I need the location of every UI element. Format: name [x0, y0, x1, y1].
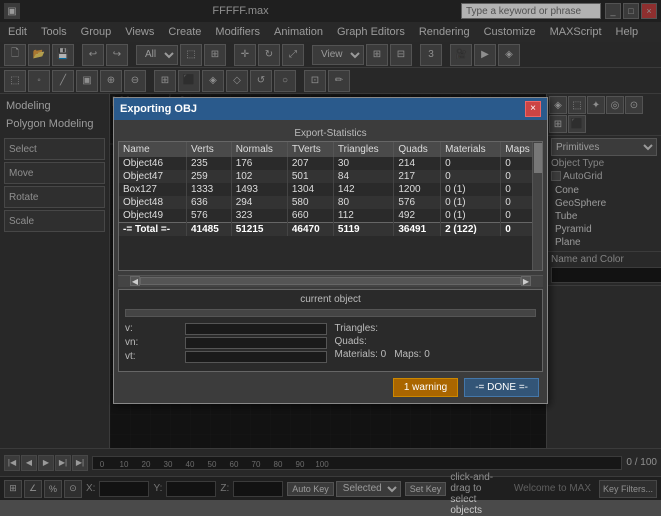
- table-cell: 580: [287, 196, 333, 209]
- table-cell: 0 (1): [441, 209, 501, 223]
- vt-stat: vt:: [125, 351, 327, 363]
- materials-label: Materials: 0: [335, 349, 387, 360]
- table-cell: 207: [287, 157, 333, 170]
- vn-value: [185, 337, 327, 349]
- statistics-header: Export-Statistics: [118, 128, 543, 139]
- table-row: -= Total =-4148551215464705119364912 (12…: [119, 222, 542, 236]
- table-row: Object462351762073021400: [119, 157, 542, 170]
- table-cell: 5119: [333, 222, 393, 236]
- vt-value: [185, 351, 327, 363]
- scrollbar-h-track[interactable]: [140, 277, 521, 285]
- table-cell: 30: [333, 157, 393, 170]
- col-materials: Materials: [441, 142, 501, 157]
- table-cell: 1333: [186, 183, 231, 196]
- table-cell: 2 (122): [441, 222, 501, 236]
- table-cell: Object47: [119, 170, 186, 183]
- current-object-header: current object: [125, 294, 536, 305]
- table-cell: Box127: [119, 183, 186, 196]
- table-cell: 1200: [394, 183, 441, 196]
- table-cell: 323: [231, 209, 287, 223]
- quads-stat: Quads:: [335, 336, 537, 347]
- table-cell: 235: [186, 157, 231, 170]
- table-cell: -= Total =-: [119, 222, 186, 236]
- triangles-label: Triangles:: [335, 323, 395, 334]
- table-cell: 0 (1): [441, 196, 501, 209]
- dialog-overlay: Exporting OBJ × Export-Statistics Name V…: [0, 0, 661, 500]
- col-name: Name: [119, 142, 186, 157]
- vn-label: vn:: [125, 337, 185, 348]
- current-object-section: current object v: vn:: [118, 289, 543, 372]
- table-cell: 0: [441, 170, 501, 183]
- table-cell: 636: [186, 196, 231, 209]
- table-cell: 294: [231, 196, 287, 209]
- table-cell: Object46: [119, 157, 186, 170]
- stats-tbody: Object462351762073021400Object4725910250…: [119, 157, 542, 236]
- stats-table-container: Name Verts Normals TVerts Triangles Quad…: [118, 141, 543, 271]
- vt-label: vt:: [125, 351, 185, 362]
- v-value: [185, 323, 327, 335]
- table-cell: 0 (1): [441, 183, 501, 196]
- warning-button[interactable]: 1 warning: [393, 378, 458, 397]
- table-cell: 112: [333, 209, 393, 223]
- table-cell: 84: [333, 170, 393, 183]
- table-cell: 576: [186, 209, 231, 223]
- table-cell: 259: [186, 170, 231, 183]
- scrollbar-thumb[interactable]: [534, 143, 542, 173]
- stats-table: Name Verts Normals TVerts Triangles Quad…: [119, 142, 542, 236]
- export-dialog: Exporting OBJ × Export-Statistics Name V…: [113, 97, 548, 404]
- scroll-left-arrow[interactable]: ◀: [130, 276, 140, 286]
- dialog-title: Exporting OBJ: [120, 103, 197, 115]
- stats-col-left: v: vn: vt:: [125, 323, 327, 365]
- table-scrollbar-horizontal[interactable]: ◀ ▶: [118, 275, 543, 287]
- table-cell: 492: [394, 209, 441, 223]
- maps-label: Maps: 0: [394, 349, 430, 360]
- v-stat: v:: [125, 323, 327, 335]
- table-cell: 51215: [231, 222, 287, 236]
- table-cell: 36491: [394, 222, 441, 236]
- table-cell: 1304: [287, 183, 333, 196]
- col-quads: Quads: [394, 142, 441, 157]
- table-cell: Object48: [119, 196, 186, 209]
- table-row: Box12713331493130414212000 (1)0: [119, 183, 542, 196]
- col-triangles: Triangles: [333, 142, 393, 157]
- progress-bar: [125, 309, 536, 317]
- table-cell: 660: [287, 209, 333, 223]
- scroll-right-arrow[interactable]: ▶: [521, 276, 531, 286]
- col-verts: Verts: [186, 142, 231, 157]
- table-cell: 576: [394, 196, 441, 209]
- table-cell: Object49: [119, 209, 186, 223]
- stats-col-right: Triangles: Quads: Materials: 0 Maps: 0: [335, 323, 537, 365]
- col-normals: Normals: [231, 142, 287, 157]
- vn-stat: vn:: [125, 337, 327, 349]
- table-cell: 80: [333, 196, 393, 209]
- table-row: Object472591025018421700: [119, 170, 542, 183]
- dialog-close-button[interactable]: ×: [525, 101, 541, 117]
- quads-label: Quads:: [335, 336, 395, 347]
- table-cell: 217: [394, 170, 441, 183]
- col-tverts: TVerts: [287, 142, 333, 157]
- table-cell: 0: [441, 157, 501, 170]
- table-cell: 46470: [287, 222, 333, 236]
- table-cell: 41485: [186, 222, 231, 236]
- table-cell: 102: [231, 170, 287, 183]
- table-cell: 142: [333, 183, 393, 196]
- triangles-stat: Triangles:: [335, 323, 537, 334]
- table-row: Object48636294580805760 (1)0: [119, 196, 542, 209]
- done-button[interactable]: -= DONE =-: [464, 378, 539, 397]
- dialog-body: Export-Statistics Name Verts Normals TVe…: [114, 120, 547, 403]
- table-cell: 214: [394, 157, 441, 170]
- table-cell: 176: [231, 157, 287, 170]
- dialog-footer: 1 warning -= DONE =-: [118, 376, 543, 399]
- stats-row: v: vn: vt: Tr: [125, 323, 536, 365]
- dialog-title-bar: Exporting OBJ ×: [114, 98, 547, 120]
- table-row: Object495763236601124920 (1)0: [119, 209, 542, 223]
- table-cell: 501: [287, 170, 333, 183]
- v-label: v:: [125, 323, 185, 334]
- table-cell: 1493: [231, 183, 287, 196]
- table-scrollbar-vertical[interactable]: [532, 142, 542, 270]
